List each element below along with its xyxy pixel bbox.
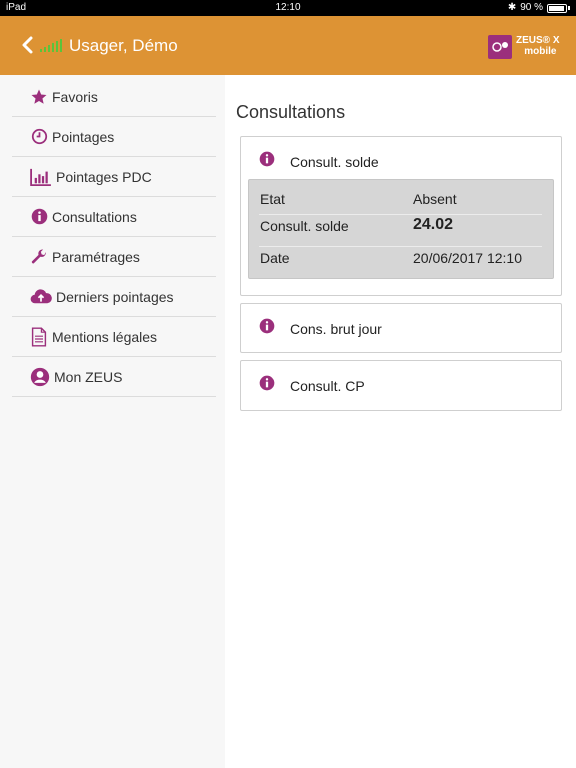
info-icon [259,151,275,167]
card-title: Consult. CP [290,378,365,394]
battery-text: 90 % [520,2,543,13]
detail-row-date: Date 20/06/2017 12:10 [259,240,542,272]
sidebar-item-favoris[interactable]: Favoris [12,77,216,117]
sidebar-item-pointages-pdc[interactable]: Pointages PDC [12,157,216,197]
user-icon [30,367,50,386]
back-arrow-icon[interactable] [20,34,36,56]
sidebar: Favoris Pointages Pointages PDC Consulta… [0,75,224,768]
info-icon [30,208,48,226]
sidebar-item-label: Consultations [52,208,137,225]
battery-tip [568,6,570,10]
bluetooth-icon: ✱ [507,2,517,13]
sidebar-item-label: Pointages [52,128,115,145]
bar-chart-icon [30,168,52,186]
sidebar-item-mentions-legales[interactable]: Mentions légales [12,317,216,357]
status-right: ✱ 90 % [508,0,570,16]
sidebar-item-mon-zeus[interactable]: Mon ZEUS [12,357,216,397]
consult-solde-details: Etat Absent Consult. solde 24.02 Date 20… [248,179,554,279]
status-bar: iPad 12:10 ✱ 90 % [0,0,576,16]
card-header[interactable]: Consult. solde [241,137,561,185]
consult-cp-card[interactable]: Consult. CP [240,360,562,411]
detail-value: Absent [413,191,457,207]
logo-text: ZEUS® X mobile [516,35,560,57]
sidebar-item-parametrages[interactable]: Paramétrages [12,237,216,277]
card-title: Cons. brut jour [290,321,382,337]
detail-label: Consult. solde [260,218,349,234]
sidebar-item-label: Paramétrages [52,248,140,265]
detail-value: 24.02 [413,216,454,233]
signal-strength-icon [40,39,62,52]
cons-brut-jour-card[interactable]: Cons. brut jour [240,303,562,353]
user-title: Usager, Démo [69,36,178,55]
status-time: 12:10 [275,2,301,13]
detail-row-solde: Consult. solde 24.02 [259,208,542,240]
info-icon [259,318,275,334]
main-content: Consultations Consult. solde Etat Absent… [225,75,576,768]
sidebar-item-label: Favoris [52,88,98,105]
app-header: Usager, Démo ZEUS® X mobile [0,16,576,75]
battery-icon [547,3,567,13]
page-title: Consultations [236,102,346,122]
clock-icon [30,128,48,146]
zeus-logo: ZEUS® X mobile [488,35,564,59]
sidebar-item-label: Derniers pointages [56,288,174,305]
logo-cube-icon [488,35,512,59]
sidebar-item-pointages[interactable]: Pointages [12,117,216,157]
document-icon [30,326,48,347]
detail-label: Date [260,250,290,266]
sidebar-item-derniers-pointages[interactable]: Derniers pointages [12,277,216,317]
wrench-icon [30,248,48,266]
card-title: Consult. solde [290,154,379,170]
sidebar-item-label: Pointages PDC [56,168,152,185]
detail-value: 20/06/2017 12:10 [413,250,522,266]
cloud-upload-icon [30,288,52,306]
star-icon [30,88,48,106]
sidebar-item-label: Mentions légales [52,328,158,345]
sidebar-item-consultations[interactable]: Consultations [12,197,216,237]
sidebar-item-label: Mon ZEUS [54,368,123,385]
detail-label: Etat [260,191,285,207]
info-icon [259,375,275,391]
consult-solde-card[interactable]: Consult. solde Etat Absent Consult. sold… [240,136,562,296]
